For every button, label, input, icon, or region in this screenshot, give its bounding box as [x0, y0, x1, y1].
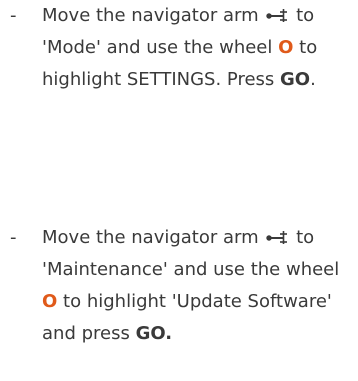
wheel-icon: O	[42, 291, 58, 312]
navigator-arm-icon	[266, 9, 288, 22]
instruction-item-update-software: - Move the navigator arm to 'Maintenance…	[10, 222, 350, 350]
instruction-text-part: .	[310, 69, 316, 90]
instruction-text-part: to highlight 'Update Software' and press	[42, 291, 332, 344]
instruction-text-part: Move the navigator arm	[42, 227, 259, 248]
go-button-label: GO.	[135, 323, 173, 344]
navigator-arm-icon	[266, 231, 288, 244]
instruction-text-part: Move the navigator arm	[42, 5, 259, 26]
instruction-text: Move the navigator arm to 'Mode' and use…	[42, 0, 350, 96]
list-bullet: -	[10, 227, 17, 248]
list-bullet: -	[10, 5, 17, 26]
instruction-item-settings: - Move the navigator arm to 'Mode' and u…	[10, 0, 350, 96]
go-button-label: GO	[280, 69, 311, 90]
wheel-icon: O	[278, 37, 294, 58]
instruction-text: Move the navigator arm to 'Maintenance' …	[42, 222, 350, 350]
